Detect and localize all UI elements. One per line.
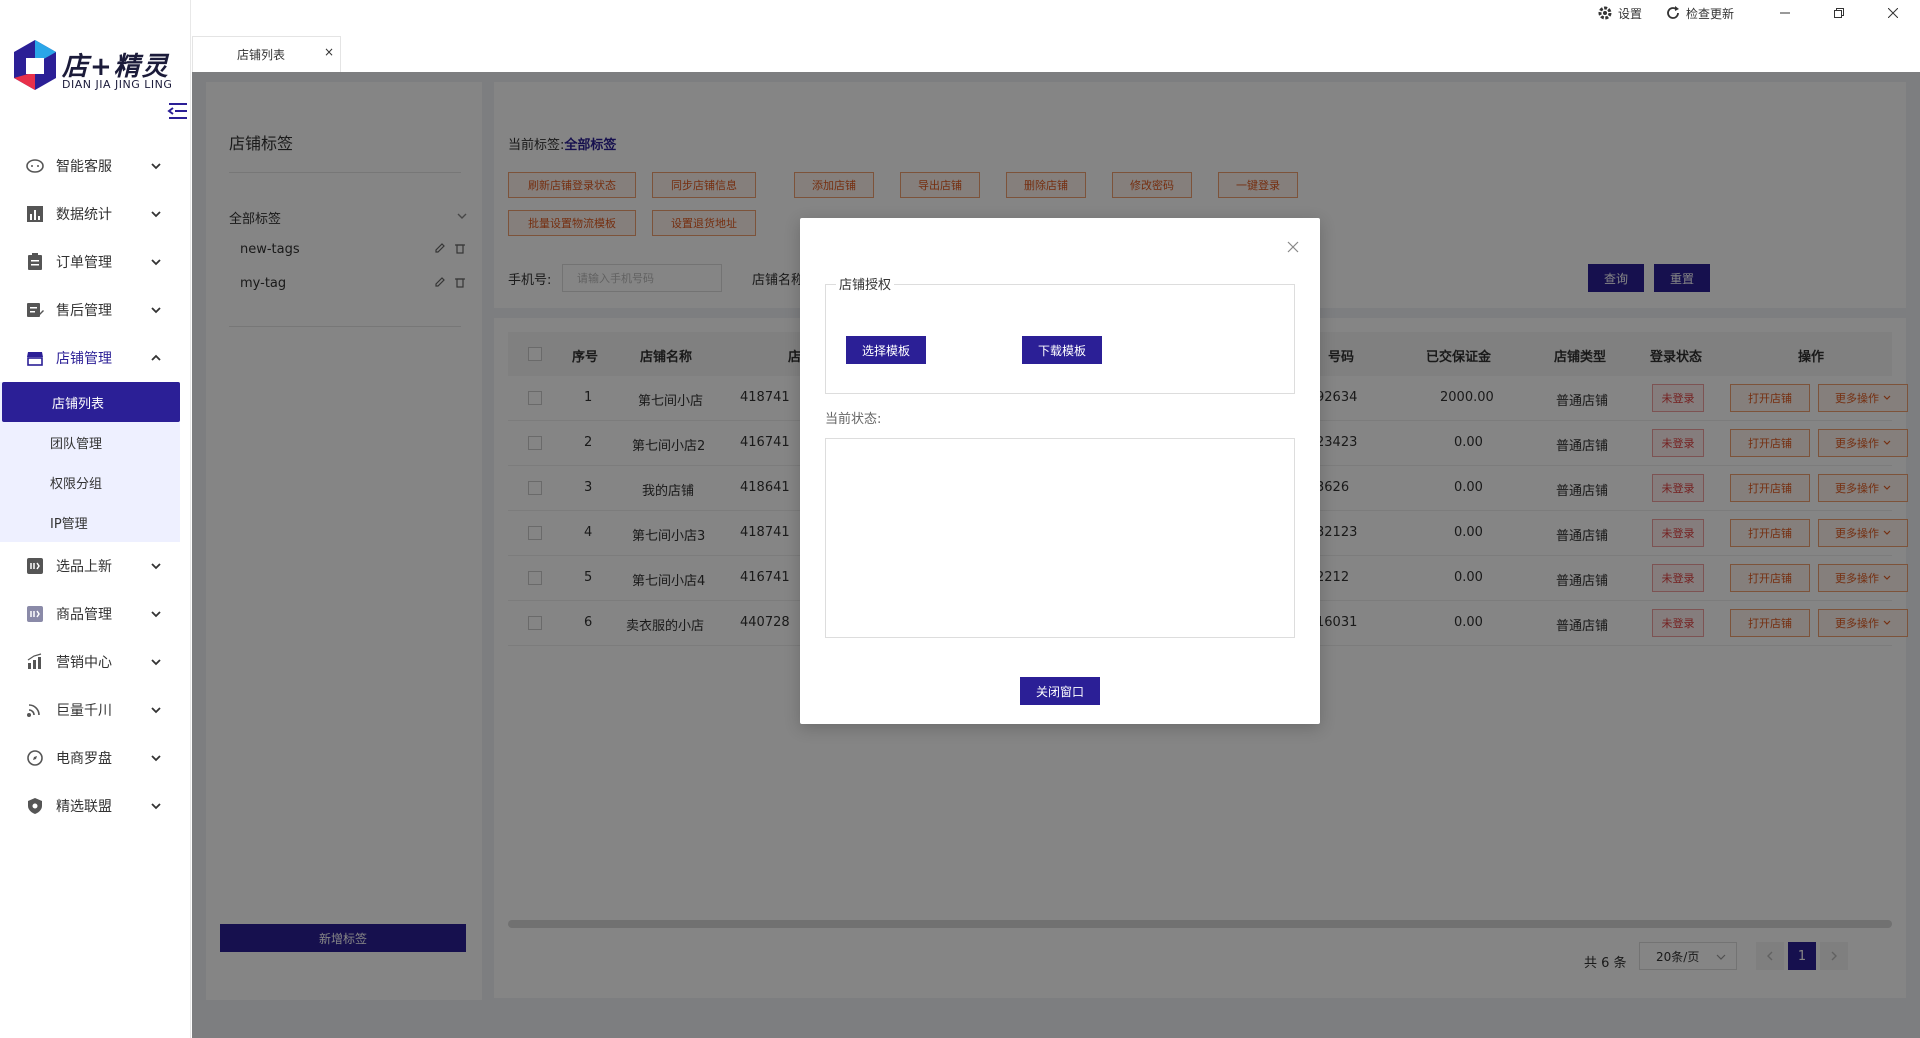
sidebar-item-label: 电商罗盘: [56, 751, 112, 767]
restore-button[interactable]: [1812, 0, 1866, 26]
sidebar-item-label: 营销中心: [56, 655, 112, 671]
chevron-down-icon: [151, 563, 161, 570]
shield-icon: [26, 797, 44, 815]
download-template-button[interactable]: 下载模板: [1022, 336, 1102, 364]
sidebar-item-after-sales[interactable]: 售后管理: [0, 286, 190, 334]
app-logo: 店+精灵 DIAN JIA JING LING: [12, 38, 182, 100]
signal-icon: [26, 701, 44, 719]
gear-icon: [1598, 6, 1612, 20]
chevron-down-icon: [151, 211, 161, 218]
clipboard-icon: [26, 253, 44, 271]
close-window-button[interactable]: [1866, 0, 1920, 26]
check-update-label: 检查更新: [1685, 6, 1734, 21]
collapse-menu-icon[interactable]: [167, 102, 189, 120]
settings-button[interactable]: 设置: [1598, 5, 1642, 22]
sidebar-item-smart-service[interactable]: 智能客服: [0, 142, 190, 190]
top-bar: 店铺列表 × 设置 检查更新: [192, 0, 1920, 72]
sidebar-subitem-store-list[interactable]: 店铺列表: [2, 382, 180, 422]
sidebar-item-goods[interactable]: 商品管理: [0, 590, 190, 638]
settings-label: 设置: [1617, 6, 1642, 21]
chevron-down-icon: [151, 707, 161, 714]
chevron-down-icon: [151, 259, 161, 266]
sidebar-subitem-ip[interactable]: IP管理: [0, 502, 180, 542]
marketing-icon: [26, 653, 44, 671]
bar-chart-icon: [26, 205, 44, 223]
sidebar-item-qianchuan[interactable]: 巨量千川: [0, 686, 190, 734]
sidebar-item-label: 售后管理: [56, 303, 112, 319]
store-auth-legend: 店铺授权: [836, 274, 895, 293]
minimize-icon: [1780, 12, 1790, 14]
sidebar-item-label: 巨量千川: [56, 703, 112, 719]
store-submenu: 店铺列表 团队管理 权限分组 IP管理: [0, 382, 180, 542]
status-textarea[interactable]: [825, 438, 1295, 638]
tab-store-list[interactable]: 店铺列表 ×: [192, 36, 341, 72]
chevron-down-icon: [151, 163, 161, 170]
tab-label: 店铺列表: [237, 48, 286, 62]
system-buttons: 设置 检查更新: [1598, 0, 1920, 26]
sidebar-item-alliance[interactable]: 精选联盟: [0, 782, 190, 830]
goods-icon: [26, 605, 44, 623]
close-icon: [1888, 8, 1898, 18]
sidebar-item-product-selection[interactable]: 选品上新: [0, 542, 190, 590]
sidebar-item-label: 商品管理: [56, 607, 112, 623]
chevron-up-icon: [151, 354, 161, 361]
chevron-down-icon: [151, 803, 161, 810]
chevron-down-icon: [151, 611, 161, 618]
minimize-button[interactable]: [1758, 0, 1812, 26]
tab-close-icon[interactable]: ×: [324, 45, 334, 59]
chat-icon: [26, 157, 44, 175]
sidebar-item-data-stats[interactable]: 数据统计: [0, 190, 190, 238]
sidebar-item-store-mgmt[interactable]: 店铺管理: [0, 334, 190, 382]
chevron-down-icon: [151, 659, 161, 666]
current-status-label: 当前状态:: [825, 412, 882, 427]
sidebar-item-label: 精选联盟: [56, 799, 112, 815]
refresh-icon: [1667, 6, 1679, 19]
sidebar-subitem-team[interactable]: 团队管理: [0, 422, 180, 462]
compass-icon: [26, 749, 44, 767]
close-icon[interactable]: [1286, 240, 1300, 254]
edit-doc-icon: [26, 301, 44, 319]
sidebar-item-orders[interactable]: 订单管理: [0, 238, 190, 286]
sidebar-item-compass[interactable]: 电商罗盘: [0, 734, 190, 782]
sidebar-item-label: 订单管理: [56, 255, 112, 271]
sidebar-item-label: 智能客服: [56, 159, 112, 175]
product-icon: [26, 557, 44, 575]
store-icon: [26, 349, 44, 367]
sidebar-item-label: 数据统计: [56, 207, 112, 223]
store-auth-modal: 店铺授权 选择模板 下载模板 当前状态: 关闭窗口: [800, 218, 1320, 724]
chevron-down-icon: [151, 755, 161, 762]
chevron-down-icon: [151, 307, 161, 314]
sidebar-menu: 智能客服 数据统计 订单管理 售后管理 店铺管理 店铺列表 团队管理 权限分组: [0, 142, 190, 830]
select-template-button[interactable]: 选择模板: [846, 336, 926, 364]
restore-icon: [1834, 8, 1844, 18]
logo-subtitle: DIAN JIA JING LING: [62, 78, 173, 91]
sidebar-item-label: 店铺管理: [56, 351, 112, 367]
check-update-button[interactable]: 检查更新: [1666, 5, 1734, 22]
sidebar-item-label: 选品上新: [56, 559, 112, 575]
close-window-button[interactable]: 关闭窗口: [1020, 677, 1100, 705]
sidebar: 店+精灵 DIAN JIA JING LING 智能客服 数据统计 订单管理 售…: [0, 0, 191, 1038]
sidebar-item-marketing[interactable]: 营销中心: [0, 638, 190, 686]
sidebar-subitem-permissions[interactable]: 权限分组: [0, 462, 180, 502]
logo-mark-icon: [14, 40, 56, 90]
